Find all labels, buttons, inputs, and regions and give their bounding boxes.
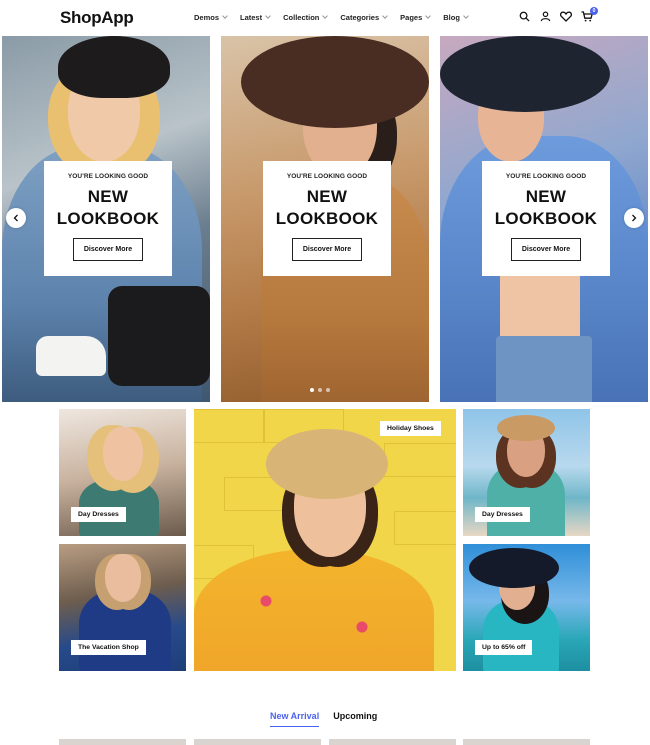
category-tile-vacation-shop[interactable]: The Vacation Shop: [59, 544, 186, 671]
product-card[interactable]: [59, 739, 186, 745]
chevron-left-icon: [13, 214, 18, 222]
cart-count-badge: 0: [590, 7, 598, 15]
slider-dot[interactable]: [318, 388, 322, 392]
nav-item-blog[interactable]: Blog: [443, 13, 469, 22]
promo-title-line1: NEW: [87, 187, 129, 206]
user-icon[interactable]: [539, 10, 551, 22]
slider-dot[interactable]: [326, 388, 330, 392]
slider-pagination: [310, 388, 330, 392]
product-card[interactable]: [329, 739, 456, 745]
category-label: Holiday Shoes: [380, 421, 441, 436]
model-face-image: [103, 427, 143, 481]
nav-item-pages[interactable]: Pages: [400, 13, 432, 22]
chevron-down-icon: [322, 13, 329, 19]
discover-more-button[interactable]: Discover More: [291, 238, 363, 261]
hat-image: [58, 36, 170, 98]
jeans-image: [496, 336, 592, 402]
hat-image: [469, 548, 559, 588]
search-icon[interactable]: [518, 10, 530, 22]
hat-image: [440, 36, 610, 112]
promo-card: YOU'RE LOOKING GOOD NEW LOOKBOOK Discove…: [263, 161, 391, 276]
nav-item-label: Collection: [283, 13, 320, 22]
cart-icon[interactable]: 0: [581, 7, 598, 22]
category-label: Up to 65% off: [475, 640, 533, 655]
chevron-down-icon: [222, 13, 228, 19]
hero-slide[interactable]: YOU'RE LOOKING GOOD NEW LOOKBOOK Discove…: [440, 36, 648, 402]
promo-kicker: YOU'RE LOOKING GOOD: [505, 173, 587, 180]
promo-title-line1: NEW: [306, 187, 348, 206]
main-nav: Demos Latest Collection Categories Pages…: [194, 13, 481, 22]
bag-image: [108, 286, 210, 386]
tab-new-arrival[interactable]: New Arrival: [270, 711, 320, 727]
chevron-down-icon: [265, 13, 271, 19]
nav-item-label: Latest: [240, 13, 263, 22]
promo-card: YOU'RE LOOKING GOOD NEW LOOKBOOK Discove…: [44, 161, 172, 276]
hero-slide[interactable]: YOU'RE LOOKING GOOD NEW LOOKBOOK Discove…: [2, 36, 210, 402]
promo-kicker: YOU'RE LOOKING GOOD: [286, 173, 368, 180]
slider-next-button[interactable]: [624, 208, 644, 228]
site-header: ShopApp Demos Latest Collection Categori…: [0, 0, 650, 36]
product-card[interactable]: [194, 739, 321, 745]
wall-texture: [194, 409, 264, 443]
promo-title-line2: LOOKBOOK: [275, 209, 379, 228]
category-tile-day-dresses[interactable]: Day Dresses: [463, 409, 590, 536]
product-tabs: New Arrival Upcoming: [270, 711, 377, 727]
slider-prev-button[interactable]: [6, 208, 26, 228]
promo-title-line2: LOOKBOOK: [494, 209, 598, 228]
heart-icon[interactable]: [560, 10, 572, 22]
hat-image: [266, 429, 388, 499]
hero-slide[interactable]: YOU'RE LOOKING GOOD NEW LOOKBOOK Discove…: [221, 36, 429, 402]
category-tile-sale[interactable]: Up to 65% off: [463, 544, 590, 671]
chevron-right-icon: [632, 214, 637, 222]
promo-kicker: YOU'RE LOOKING GOOD: [67, 173, 149, 180]
promo-title-line2: LOOKBOOK: [56, 209, 160, 228]
slider-dot[interactable]: [310, 388, 314, 392]
nav-item-label: Blog: [443, 13, 460, 22]
nav-item-collection[interactable]: Collection: [283, 13, 329, 22]
nav-item-categories[interactable]: Categories: [340, 13, 388, 22]
hat-image: [497, 415, 555, 441]
category-tile-day-dresses[interactable]: Day Dresses: [59, 409, 186, 536]
nav-item-demos[interactable]: Demos: [194, 13, 228, 22]
nav-item-label: Categories: [340, 13, 380, 22]
model-image: [79, 590, 171, 671]
sneaker-image: [36, 336, 106, 376]
nav-item-latest[interactable]: Latest: [240, 13, 271, 22]
promo-card: YOU'RE LOOKING GOOD NEW LOOKBOOK Discove…: [482, 161, 610, 276]
discover-more-button[interactable]: Discover More: [510, 238, 582, 261]
header-actions: 0: [518, 7, 598, 22]
chevron-down-icon: [382, 13, 388, 19]
category-tile-holiday-shoes[interactable]: Holiday Shoes: [194, 409, 456, 671]
model-image: [483, 600, 559, 671]
logo[interactable]: ShopApp: [60, 8, 134, 28]
category-label: Day Dresses: [475, 507, 530, 522]
chevron-down-icon: [425, 13, 432, 19]
discover-more-button[interactable]: Discover More: [72, 238, 144, 261]
wall-texture: [394, 511, 456, 545]
nav-item-label: Pages: [400, 13, 423, 22]
tab-upcoming[interactable]: Upcoming: [333, 711, 377, 727]
promo-title-line1: NEW: [525, 187, 567, 206]
wall-texture: [384, 443, 456, 477]
product-card[interactable]: [463, 739, 590, 745]
model-image: [194, 549, 434, 671]
hero-slider: YOU'RE LOOKING GOOD NEW LOOKBOOK Discove…: [0, 36, 650, 402]
hat-image: [241, 36, 429, 128]
nav-item-label: Demos: [194, 13, 220, 22]
category-label: Day Dresses: [71, 507, 126, 522]
category-label: The Vacation Shop: [71, 640, 146, 655]
model-face-image: [105, 554, 141, 602]
chevron-down-icon: [463, 13, 469, 19]
